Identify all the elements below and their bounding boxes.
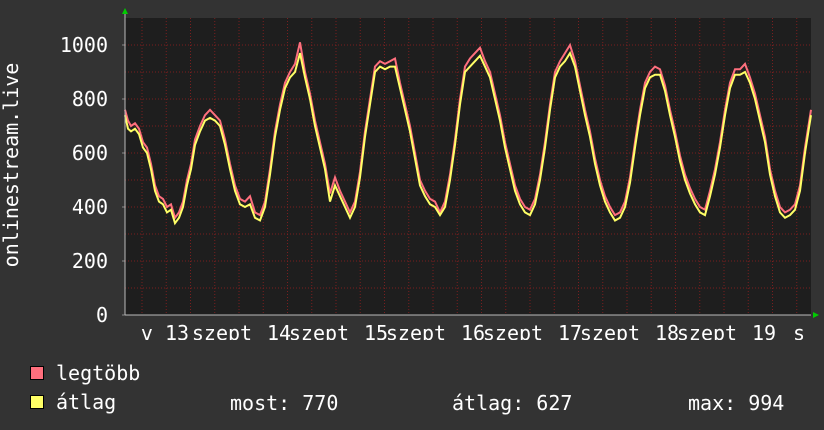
x-tick-label: 17 — [558, 321, 582, 340]
y-tick-label: 600 — [72, 141, 108, 165]
x-tick-label: szept — [483, 321, 543, 340]
x-tick-label: szept — [580, 321, 640, 340]
y-tick-label: 800 — [72, 87, 108, 111]
x-tick-label: szept — [289, 321, 349, 340]
x-tick-label: 15 — [364, 321, 388, 340]
x-tick-label: szept — [386, 321, 446, 340]
x-tick-label: 18 — [655, 321, 679, 340]
y-tick-label: 200 — [72, 249, 108, 273]
x-tick-label: 16 — [461, 321, 485, 340]
x-tick-label: szept — [677, 321, 737, 340]
legend-swatch-max — [30, 366, 44, 380]
y-tick-label: 1000 — [60, 33, 108, 57]
x-tick-label: szept — [192, 321, 252, 340]
x-axis-arrow-icon — [813, 312, 819, 318]
x-tick-label: 19 — [752, 321, 776, 340]
legend-item-avg: átlag — [30, 391, 116, 413]
y-axis-label: onlinestream.live — [0, 63, 23, 268]
x-tick-labels: v 13 szept 14szept 15szept 16szept 17szept 18s… — [141, 321, 805, 340]
legend-label-max: legtöbb — [56, 361, 141, 385]
stat-maximum: max: 994 — [688, 391, 785, 415]
x-tick-label: v 13 — [141, 321, 189, 340]
y-tick-label: 400 — [72, 195, 108, 219]
y-tick-label: 0 — [96, 303, 108, 327]
stat-average: átlag: 627 — [452, 391, 573, 415]
x-tick-label: 14 — [267, 321, 291, 340]
legend-item-max: legtöbb — [30, 362, 140, 384]
x-tick-label: s — [793, 321, 805, 340]
chart: 02004006008001000 v 13 szept 14szept 15szep… — [0, 8, 819, 340]
legend-swatch-avg — [30, 395, 44, 409]
legend-label-avg: átlag — [56, 390, 117, 414]
stat-current: most: 770 — [230, 391, 339, 415]
y-axis-arrow-icon — [122, 8, 128, 14]
y-tick-labels: 0 200 400 600 800 1000 — [60, 33, 125, 327]
